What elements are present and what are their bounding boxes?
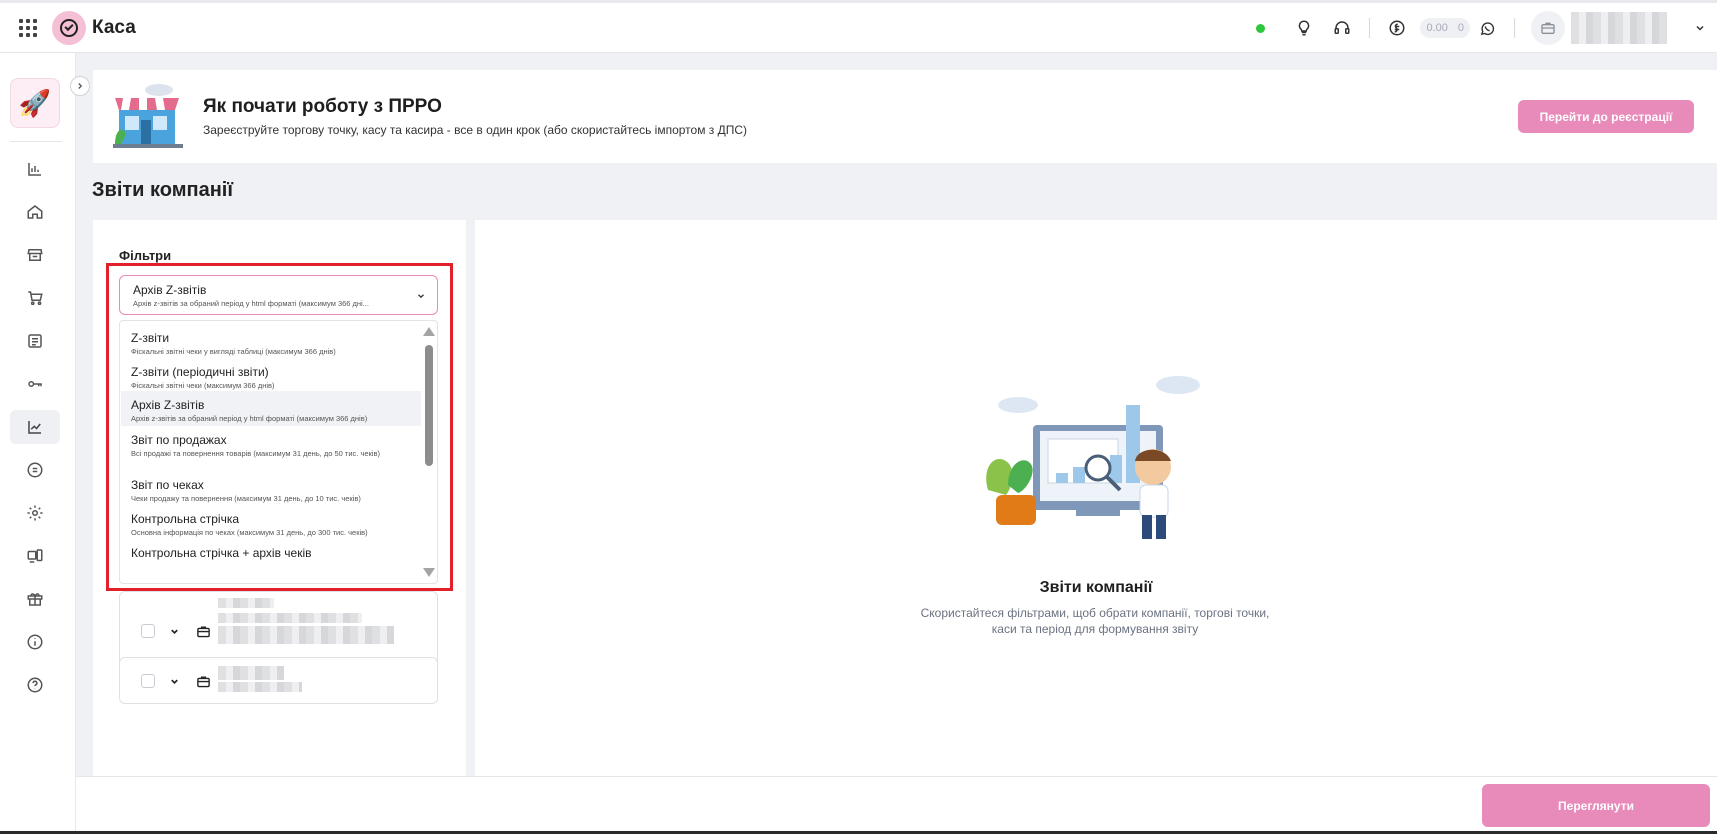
briefcase-icon (195, 673, 211, 689)
filter-panel: Фільтри Архів Z-звітів Архів z-звітів за… (93, 220, 466, 776)
store-icon[interactable] (10, 238, 60, 272)
currency-icon[interactable] (10, 453, 60, 487)
app-title[interactable]: Каса (92, 17, 136, 39)
page-title: Звіти компанії (92, 179, 233, 201)
cart-icon[interactable] (10, 281, 60, 315)
shop-illustration (113, 84, 183, 148)
highlight-box (106, 263, 453, 591)
logo-check-icon[interactable] (52, 10, 86, 45)
collapse-sidebar-button[interactable] (70, 76, 90, 96)
divider (1514, 18, 1515, 38)
view-report-button[interactable]: Переглянути (1482, 784, 1710, 827)
company-checkbox[interactable] (141, 674, 155, 688)
chevron-down-icon[interactable] (167, 624, 181, 638)
chevron-down-icon[interactable] (1687, 18, 1713, 38)
report-panel: Звіти компанії Скористайтеся фільтрами, … (475, 220, 1717, 776)
company-checkbox[interactable] (141, 624, 155, 638)
tip-lightbulb-icon[interactable] (1293, 17, 1315, 39)
chevron-down-icon[interactable] (167, 674, 181, 688)
company-detail-blurred (218, 682, 302, 692)
status-online-dot (1256, 23, 1266, 33)
sidebar: 🚀 (0, 53, 76, 834)
onboarding-banner: Як почати роботу з ПРРО Зареєструйте тор… (93, 70, 1717, 163)
company-card[interactable] (119, 657, 438, 704)
footer-bar: Переглянути (76, 776, 1717, 834)
briefcase-icon[interactable] (1531, 11, 1565, 45)
balance-amount: 0.00 (1426, 22, 1448, 34)
company-detail-blurred (218, 613, 362, 623)
company-name-blurred (218, 666, 284, 680)
empty-state-subtitle: Скористайтеся фільтрами, щоб обрати комп… (920, 606, 1270, 636)
gear-icon[interactable] (10, 496, 60, 530)
banner-title: Як почати роботу з ПРРО (203, 96, 442, 117)
support-headset-icon[interactable] (1331, 17, 1353, 39)
top-bar: Каса 0.00 0 (0, 0, 1717, 53)
key-icon[interactable] (10, 367, 60, 401)
info-icon[interactable] (10, 625, 60, 659)
balance-count: 0 (1457, 22, 1464, 34)
banner-subtitle: Зареєструйте торгову точку, касу та каси… (203, 123, 748, 137)
company-detail-blurred (218, 626, 394, 644)
home-icon[interactable] (10, 195, 60, 229)
go-to-registration-button[interactable]: Перейти до реєстрації (1518, 100, 1694, 133)
filters-label: Фільтри (119, 248, 172, 263)
bar-chart-icon[interactable] (10, 152, 60, 186)
divider (1369, 18, 1371, 38)
divider (10, 141, 62, 142)
rocket-icon[interactable]: 🚀 (10, 78, 60, 128)
receipt-icon[interactable] (10, 324, 60, 358)
company-name-blurred (218, 598, 274, 608)
reports-illustration (986, 376, 1200, 539)
briefcase-icon (195, 623, 211, 639)
balance-pill[interactable]: 0.00 0 (1420, 18, 1470, 38)
apps-grid-icon[interactable] (14, 14, 42, 42)
whatsapp-icon[interactable] (1476, 17, 1498, 39)
account-name-blurred[interactable] (1571, 12, 1667, 44)
devices-icon[interactable] (10, 539, 60, 573)
empty-state-title: Звіти компанії (1039, 579, 1153, 596)
gift-icon[interactable] (10, 582, 60, 616)
currency-icon[interactable] (1386, 17, 1408, 39)
trend-chart-icon[interactable] (10, 410, 60, 444)
help-icon[interactable] (10, 668, 60, 702)
